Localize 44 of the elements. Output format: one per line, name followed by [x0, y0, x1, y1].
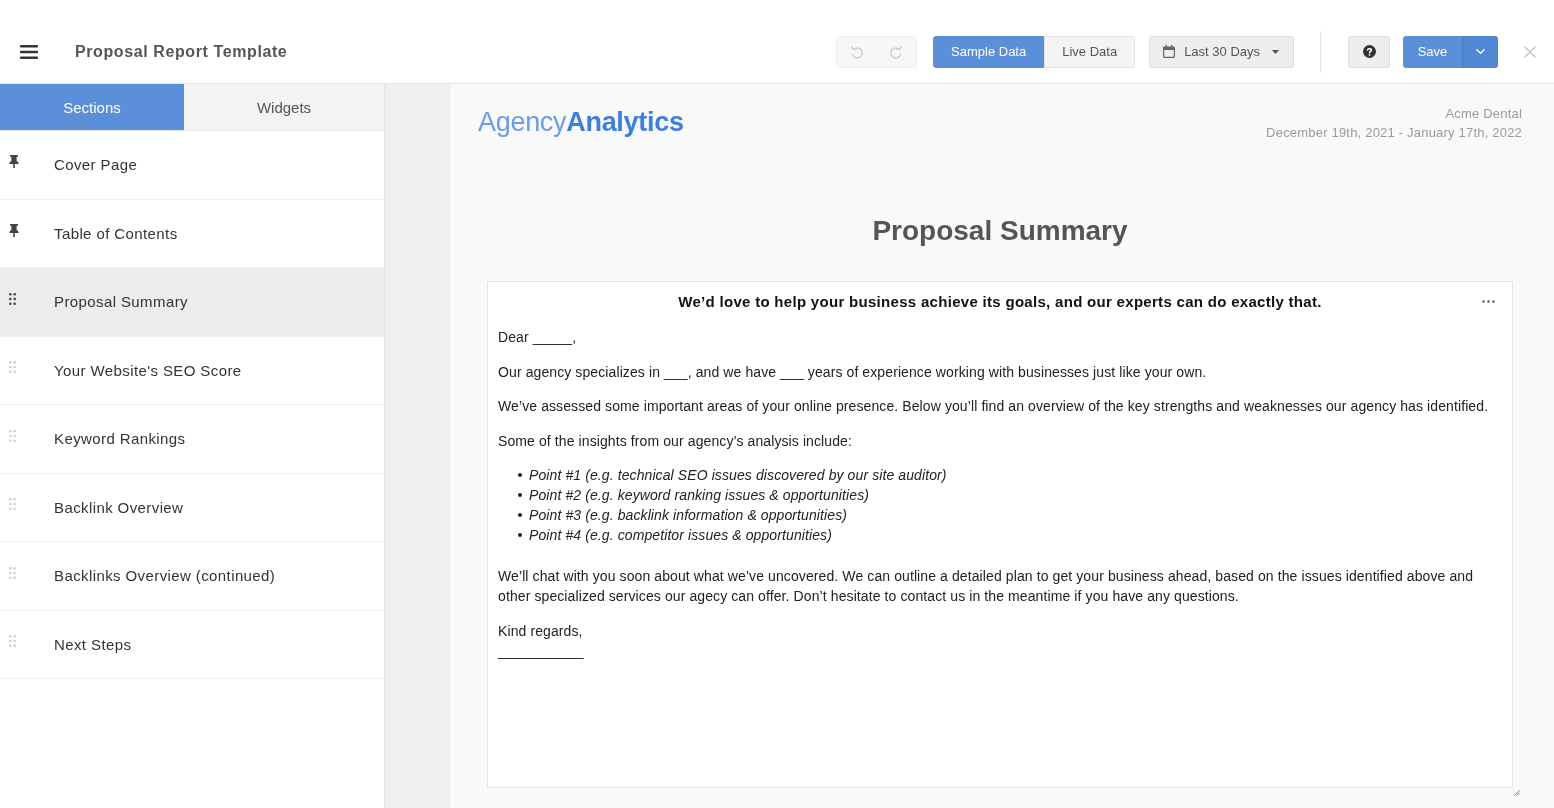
signature-line: ___________: [498, 641, 585, 661]
text-block-heading: We’d love to help your business achieve its goals, and our experts can do exactly that.: [677, 292, 1323, 312]
data-source-tab[interactable]: Live Data: [1044, 35, 1136, 68]
drag-handle-icon: [9, 292, 16, 305]
help-button[interactable]: [1348, 35, 1390, 68]
menu-icon[interactable]: [20, 44, 38, 59]
paragraph: Kind regards,: [498, 621, 584, 641]
help-icon: [1362, 45, 1376, 58]
paragraph: We’ll chat with you soon about what we’ve uncovered. We can outline a detailed plan to get your business ahead, based on the issues identified above and other specialized services our agecy can offer. Don’t hesitate to contact us in the meantime if you have any questions.: [498, 567, 1475, 606]
pin-icon: [9, 155, 19, 169]
template-title: Proposal Report Template: [75, 42, 288, 61]
list-item: Point #2 (e.g. keyword ranking issues & opportunities): [529, 486, 870, 505]
list-item: Point #1 (e.g. technical SEO issues discovered by our site auditor): [529, 466, 947, 485]
bullet-icon: [518, 493, 522, 497]
paragraph: Dear _____,: [498, 328, 578, 347]
resize-handle-icon[interactable]: [1514, 790, 1520, 796]
drag-handle-icon: [9, 361, 16, 374]
drag-handle-icon: [9, 635, 16, 648]
section-item[interactable]: Proposal Summary: [0, 268, 384, 337]
drag-handle-icon: [9, 498, 16, 511]
list-item: Point #4 (e.g. competitor issues & opportunities): [529, 526, 832, 545]
more-icon[interactable]: [1482, 300, 1495, 303]
agency-logo: AgencyAnalytics: [478, 106, 684, 139]
drag-handle-icon: [9, 566, 16, 579]
client-name: Acme Dental: [1444, 105, 1522, 123]
paragraph: We’ve assessed some important areas of your online presence. Below you’ll find an overview of the key strengths and weaknesses our agency has identified.: [498, 397, 1490, 416]
undo-icon: [849, 44, 864, 59]
date-range-dropdown[interactable]: Last 30 Days: [1149, 35, 1294, 68]
paragraph: Some of the insights from our agency’s analysis include:: [498, 431, 853, 451]
calendar-icon: [1163, 45, 1176, 58]
sidebar-tab[interactable]: Widgets: [184, 84, 384, 130]
pin-icon: [9, 223, 19, 237]
bullet-icon: [518, 513, 522, 517]
section-heading: Proposal Summary: [871, 214, 1129, 248]
save-options-button[interactable]: [1462, 35, 1498, 68]
bullet-icon: [518, 473, 522, 477]
report-period: December 19th, 2021 - January 17th, 2022: [1266, 124, 1522, 142]
paragraph: Our agency specializes in ___, and we have ___ years of experience working with businesses just like your own.: [498, 362, 1208, 382]
chevron-down-icon: [1476, 49, 1485, 54]
drag-handle-icon: [9, 429, 16, 442]
redo-icon: [889, 44, 904, 59]
bullet-icon: [518, 533, 522, 537]
list-item: Point #3 (e.g. backlink information & opportunities): [529, 506, 848, 525]
caret-icon: [1272, 49, 1279, 54]
